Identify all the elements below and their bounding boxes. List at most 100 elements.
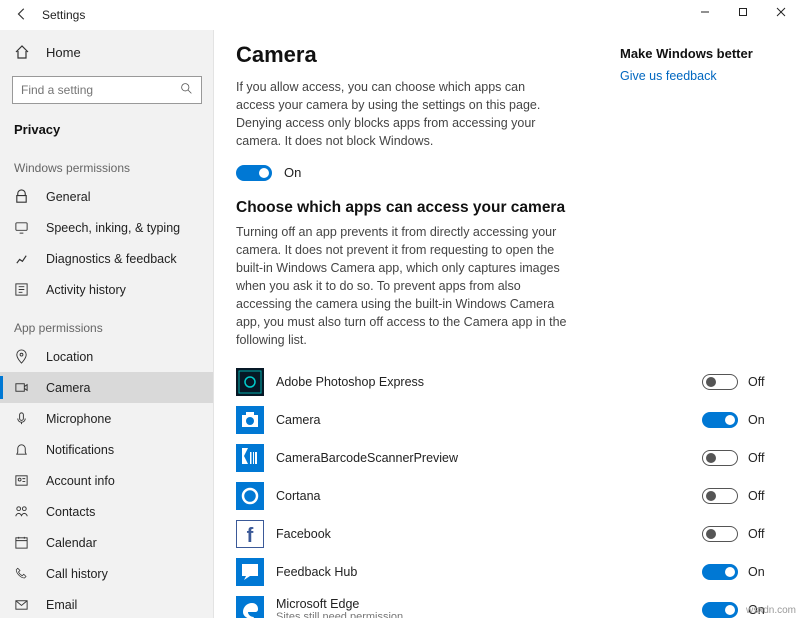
search-input[interactable]: [21, 83, 180, 97]
app-subtext: Sites still need permission: [276, 611, 692, 618]
sidebar-item-camera[interactable]: Camera: [0, 372, 214, 403]
right-column: Make Windows better Give us feedback: [620, 46, 770, 85]
sidebar-item-general[interactable]: General: [0, 181, 214, 212]
app-icon: [236, 482, 264, 510]
sidebar-item-label: Email: [46, 598, 77, 612]
sidebar-item-label: Speech, inking, & typing: [46, 221, 180, 235]
sidebar-item-speech-inking-typing[interactable]: Speech, inking, & typing: [0, 212, 214, 243]
app-toggle-state: Off: [748, 527, 778, 541]
sidebar-item-label: Contacts: [46, 505, 95, 519]
app-row: Camera On: [236, 401, 778, 439]
app-row: Feedback Hub On: [236, 553, 778, 591]
sidebar-item-diagnostics-feedback[interactable]: Diagnostics & feedback: [0, 243, 214, 274]
watermark: wsxdn.com: [746, 605, 796, 616]
home-link[interactable]: Home: [0, 38, 214, 66]
app-name: Feedback Hub: [276, 565, 692, 579]
app-icon: [236, 368, 264, 396]
search-icon: [180, 82, 193, 98]
sidebar-item-call-history[interactable]: Call history: [0, 558, 214, 589]
toggle-state-label: On: [284, 165, 301, 180]
sidebar-item-notifications[interactable]: Notifications: [0, 434, 214, 465]
notif-icon: [14, 442, 32, 457]
app-name: CameraBarcodeScannerPreview: [276, 451, 692, 465]
app-toggle-state: Off: [748, 489, 778, 503]
sidebar-item-label: Diagnostics & feedback: [46, 252, 177, 266]
app-toggle[interactable]: [702, 488, 738, 504]
choose-apps-description: Turning off an app prevents it from dire…: [236, 223, 576, 350]
sidebar-item-calendar[interactable]: Calendar: [0, 527, 214, 558]
app-toggle-state: On: [748, 565, 778, 579]
sidebar-item-location[interactable]: Location: [0, 341, 214, 372]
app-row: Cortana Off: [236, 477, 778, 515]
sidebar-item-activity-history[interactable]: Activity history: [0, 274, 214, 305]
feedback-heading: Make Windows better: [620, 46, 770, 61]
home-icon: [14, 44, 32, 60]
choose-apps-heading: Choose which apps can access your camera: [236, 199, 778, 217]
app-toggle[interactable]: [702, 564, 738, 580]
app-icon: [236, 596, 264, 618]
app-icon: [236, 444, 264, 472]
app-name: Adobe Photoshop Express: [276, 375, 692, 389]
mic-icon: [14, 411, 32, 426]
svg-text:f: f: [247, 525, 254, 547]
app-row: f Facebook Off: [236, 515, 778, 553]
title-bar: Settings: [0, 0, 800, 30]
app-toggle[interactable]: [702, 526, 738, 542]
sidebar-item-label: Account info: [46, 474, 115, 488]
window-title: Settings: [42, 8, 85, 22]
app-name: Cortana: [276, 489, 692, 503]
app-name: Facebook: [276, 527, 692, 541]
sidebar-item-label: Microphone: [46, 412, 111, 426]
app-icon: [236, 406, 264, 434]
app-toggle-state: On: [748, 413, 778, 427]
app-icon: f: [236, 520, 264, 548]
location-icon: [14, 349, 32, 364]
app-row: Microsoft EdgeSites still need permissio…: [236, 591, 778, 618]
sidebar-item-label: General: [46, 190, 90, 204]
speech-icon: [14, 220, 32, 235]
minimize-button[interactable]: [686, 0, 724, 30]
back-button[interactable]: [8, 7, 36, 24]
app-toggle[interactable]: [702, 412, 738, 428]
calendar-icon: [14, 535, 32, 550]
search-box[interactable]: [12, 76, 202, 104]
app-toggle[interactable]: [702, 450, 738, 466]
close-button[interactable]: [762, 0, 800, 30]
camera-access-toggle[interactable]: [236, 165, 272, 181]
sidebar: Home Privacy Windows permissions General…: [0, 30, 214, 618]
current-section: Privacy: [0, 114, 214, 145]
app-toggle-state: Off: [748, 451, 778, 465]
app-name: Camera: [276, 413, 692, 427]
main-content: Camera If you allow access, you can choo…: [214, 30, 800, 618]
app-toggle-state: Off: [748, 375, 778, 389]
app-row: CameraBarcodeScannerPreview Off: [236, 439, 778, 477]
sidebar-item-contacts[interactable]: Contacts: [0, 496, 214, 527]
home-label: Home: [46, 45, 81, 60]
sidebar-item-email[interactable]: Email: [0, 589, 214, 618]
sidebar-item-label: Activity history: [46, 283, 126, 297]
account-icon: [14, 473, 32, 488]
camera-icon: [14, 380, 32, 395]
sidebar-item-label: Location: [46, 350, 93, 364]
sidebar-item-label: Calendar: [46, 536, 97, 550]
group-header: Windows permissions: [0, 145, 214, 181]
maximize-button[interactable]: [724, 0, 762, 30]
sidebar-item-label: Notifications: [46, 443, 114, 457]
sidebar-item-microphone[interactable]: Microphone: [0, 403, 214, 434]
contacts-icon: [14, 504, 32, 519]
sidebar-item-label: Camera: [46, 381, 90, 395]
feedback-link[interactable]: Give us feedback: [620, 69, 717, 83]
app-icon: [236, 558, 264, 586]
app-toggle[interactable]: [702, 374, 738, 390]
email-icon: [14, 597, 32, 612]
app-name: Microsoft EdgeSites still need permissio…: [276, 597, 692, 618]
app-toggle[interactable]: [702, 602, 738, 618]
sidebar-item-account-info[interactable]: Account info: [0, 465, 214, 496]
call-icon: [14, 566, 32, 581]
access-description: If you allow access, you can choose whic…: [236, 78, 566, 151]
sidebar-item-label: Call history: [46, 567, 108, 581]
group-header: App permissions: [0, 305, 214, 341]
diag-icon: [14, 251, 32, 266]
app-row: Adobe Photoshop Express Off: [236, 363, 778, 401]
activity-icon: [14, 282, 32, 297]
